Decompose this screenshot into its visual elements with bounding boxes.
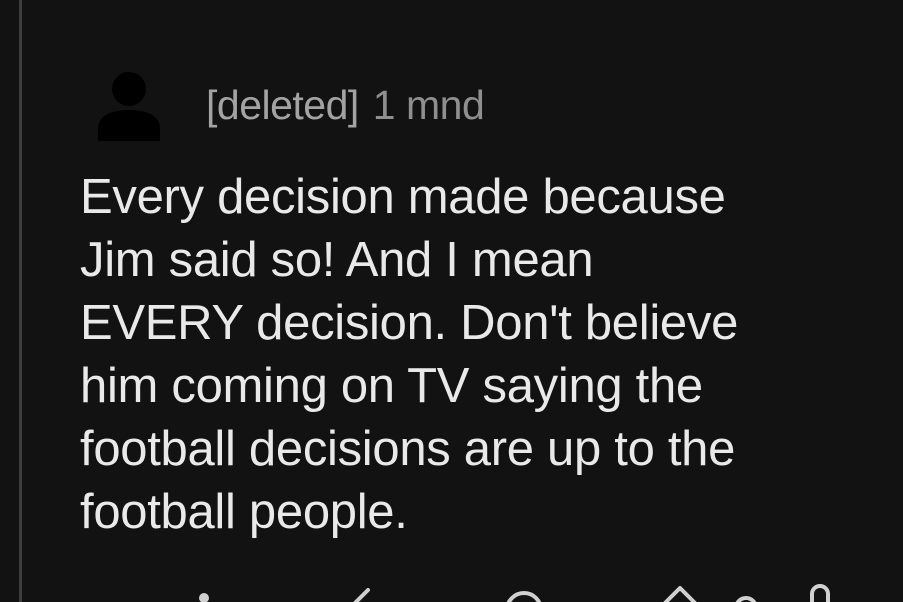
comment: [deleted] 1 mnd Every decision made becau… [0,0,903,602]
more-options-icon[interactable] [180,576,228,602]
author-name[interactable]: [deleted] [206,82,359,128]
comment-timestamp: 1 mnd [372,81,485,128]
comment-header: [deleted] 1 mnd [96,68,485,142]
comment-body-line: football people. [80,485,408,539]
comment-body-line: Every decision made because [80,170,726,224]
vote-count-icon [730,576,778,602]
downvote-icon[interactable] [798,576,846,602]
comment-body-line: EVERY decision. Don't believe [80,296,739,350]
avatar-user-icon[interactable] [96,69,162,141]
award-icon[interactable] [500,576,548,602]
upvote-icon[interactable] [656,576,704,602]
comment-actions [170,576,870,602]
comment-meta: [deleted] 1 mnd [206,81,485,129]
comment-body-line: Jim said so! And I mean [80,233,594,287]
reply-icon[interactable] [338,576,386,602]
comment-body: Every decision made because Jim said so!… [80,166,880,544]
comment-body-line: him coming on TV saying the [80,359,703,413]
comment-body-line: football decisions are up to the [80,422,736,476]
